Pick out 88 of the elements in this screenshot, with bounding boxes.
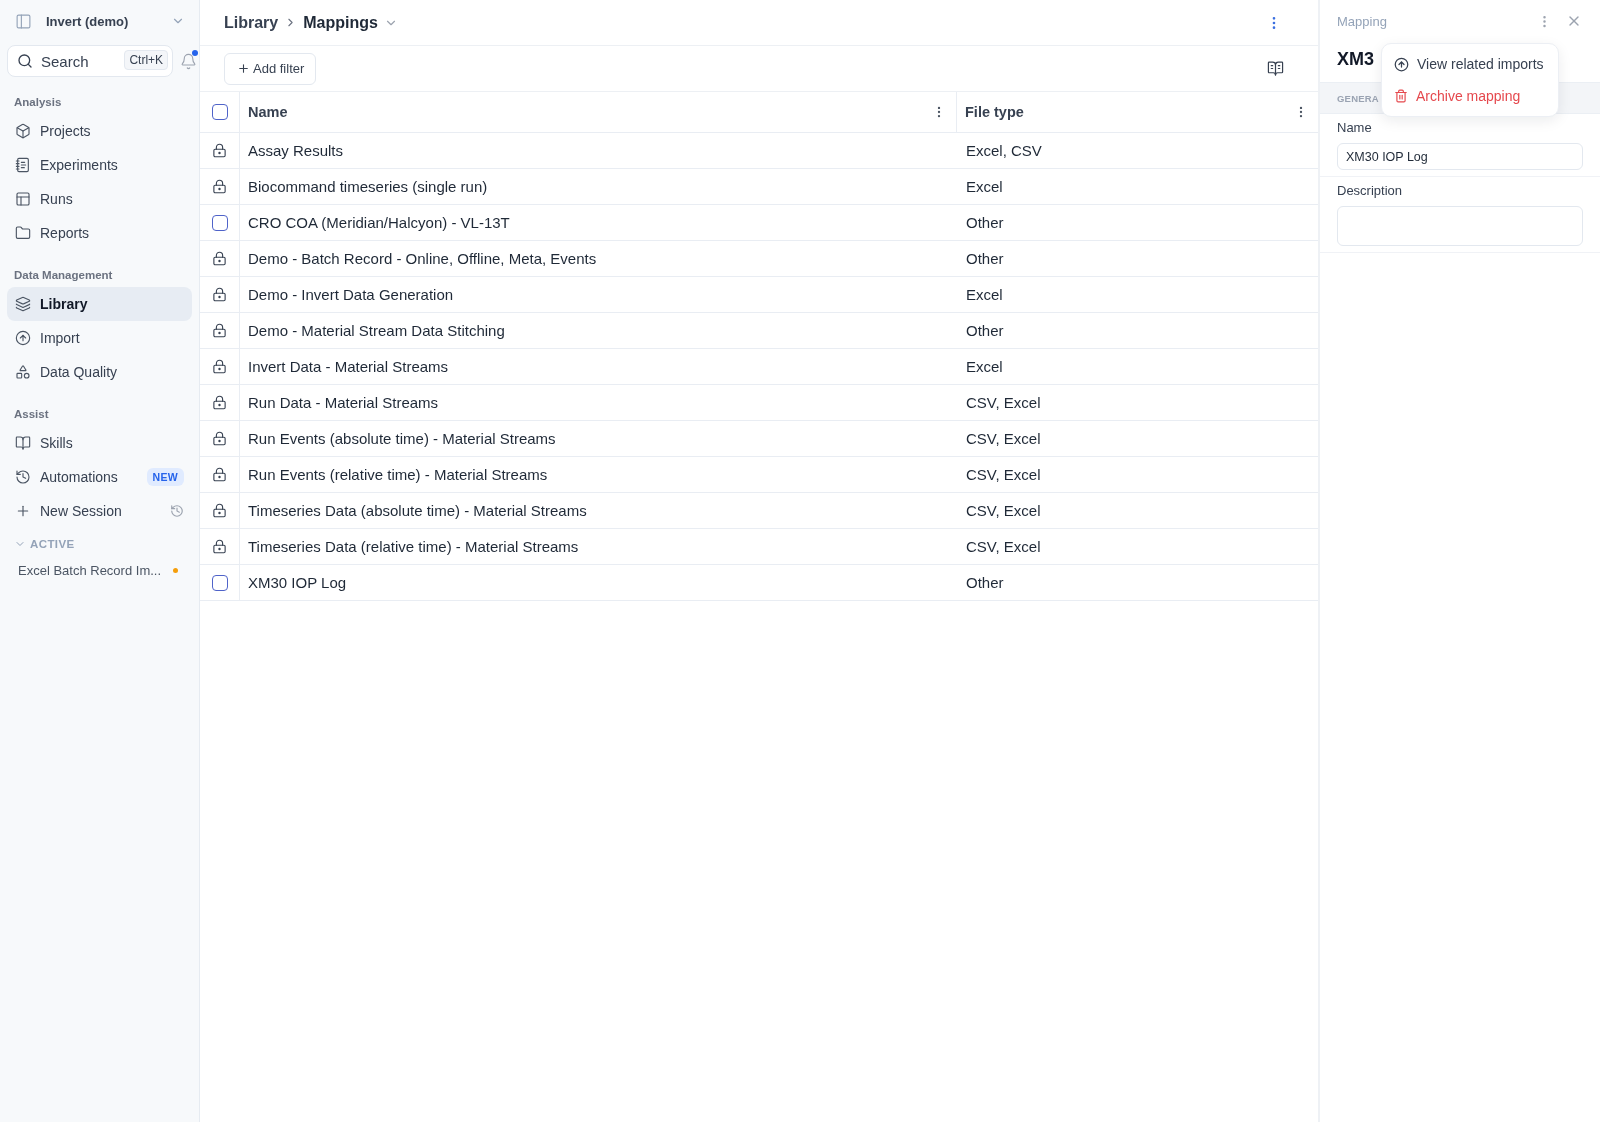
table-cell: Other	[957, 205, 1318, 241]
session-link[interactable]: Excel Batch Record Im...	[18, 562, 162, 578]
nav-item[interactable]: Import	[7, 321, 192, 355]
plus-icon	[237, 62, 250, 75]
panel-label: Mapping	[1337, 13, 1388, 29]
table-cell: Other	[957, 565, 1318, 601]
shortcut-key: Ctrl+K	[124, 50, 169, 70]
select-all-checkbox[interactable]	[211, 104, 228, 120]
breadcrumb-dropdown[interactable]: Mappings	[303, 13, 398, 32]
table-cell: Biocommand timeseries (single run)	[240, 169, 957, 205]
trash-icon	[1394, 89, 1408, 103]
layers-icon	[15, 296, 31, 312]
section-label: Analysis	[14, 96, 62, 108]
nav-item[interactable]: Library	[7, 287, 192, 321]
table-cell: Excel	[957, 349, 1318, 385]
table-cell: CSV, Excel	[957, 457, 1318, 493]
table-cell: CSV, Excel	[957, 493, 1318, 529]
bell-icon[interactable]	[179, 52, 197, 70]
table-cell: Assay Results	[240, 133, 957, 169]
lock-icon	[212, 431, 227, 446]
lock-icon	[212, 179, 227, 194]
lock-icon	[212, 467, 227, 482]
table-cell: Timeseries Data (absolute time) - Material Streams	[240, 493, 957, 529]
nav-item[interactable]: Automations NEW	[7, 460, 192, 494]
table-cell: Demo - Batch Record - Online, Offline, Meta, Events	[240, 241, 957, 277]
add-filter-button[interactable]: Add filter	[224, 52, 317, 85]
plus-icon	[15, 503, 31, 519]
table-cell: Other	[957, 241, 1318, 277]
upload-icon	[15, 330, 31, 346]
lock-icon	[212, 143, 227, 158]
description-field[interactable]	[1337, 206, 1583, 246]
menu-item[interactable]: Archive mapping	[1382, 80, 1558, 112]
workspace-switcher[interactable]: Invert (demo)	[40, 13, 185, 29]
row-checkbox[interactable]	[211, 574, 228, 591]
table-cell: CSV, Excel	[957, 385, 1318, 421]
lock-icon	[212, 359, 227, 374]
name-field[interactable]: XM30 IOP Log	[1337, 143, 1583, 170]
table-cell: CRO COA (Meridian/Halcyon) - VL-13T	[240, 205, 957, 241]
nav-item[interactable]: Runs	[7, 182, 192, 216]
table-cell: Excel, CSV	[957, 133, 1318, 169]
column-header: File type	[965, 104, 1024, 120]
lock-icon	[212, 395, 227, 410]
table-cell: Demo - Invert Data Generation	[240, 277, 957, 313]
folder-icon	[15, 225, 31, 241]
book-icon	[15, 435, 31, 451]
table-cell: XM30 IOP Log	[240, 565, 957, 601]
table-cell: Excel	[957, 169, 1318, 205]
table-cell: Demo - Material Stream Data Stitching	[240, 313, 957, 349]
nav-item[interactable]: Skills	[7, 426, 192, 460]
lock-icon	[212, 287, 227, 302]
section-label: Assist	[14, 408, 49, 420]
clock-icon	[15, 469, 31, 485]
lock-icon	[212, 503, 227, 518]
lock-icon	[212, 539, 227, 554]
shapes-icon	[15, 364, 31, 380]
section-heading: GENERA	[1337, 92, 1379, 104]
field-label: Description	[1337, 182, 1403, 200]
notebook-icon	[15, 157, 31, 173]
field-label: Name	[1337, 119, 1372, 137]
feature-badge: NEW	[146, 468, 184, 486]
row-checkbox[interactable]	[211, 214, 228, 231]
table-cell: Other	[957, 313, 1318, 349]
table-cell: Run Events (absolute time) - Material Streams	[240, 421, 957, 457]
column-header: Name	[248, 104, 288, 120]
table-cell: CSV, Excel	[957, 421, 1318, 457]
table-cell: Timeseries Data (relative time) - Material Streams	[240, 529, 957, 565]
layout-icon	[15, 191, 31, 207]
lock-icon	[212, 251, 227, 266]
open-book-icon[interactable]	[1267, 60, 1284, 77]
nav-item[interactable]: Experiments	[7, 148, 192, 182]
search-icon	[17, 53, 33, 69]
table-cell: Run Data - Material Streams	[240, 385, 957, 421]
nav-item[interactable]: New Session	[7, 494, 192, 528]
upload-icon	[1394, 56, 1409, 72]
section-label: Data Management	[14, 269, 113, 281]
panel-title: XM3	[1337, 48, 1374, 70]
nav-item[interactable]: Data Quality	[7, 355, 192, 389]
table-cell: Excel	[957, 277, 1318, 313]
menu-item[interactable]: View related imports	[1382, 48, 1558, 80]
table-cell: Run Events (relative time) - Material Streams	[240, 457, 957, 493]
cube-icon	[15, 123, 31, 139]
table-cell: Invert Data - Material Streams	[240, 349, 957, 385]
table-cell: CSV, Excel	[957, 529, 1318, 565]
lock-icon	[212, 323, 227, 338]
breadcrumb-link[interactable]: Library	[224, 13, 279, 32]
sidebar-toggle-icon[interactable]	[15, 12, 32, 30]
nav-item[interactable]: Projects	[7, 114, 192, 148]
nav-item[interactable]: Reports	[7, 216, 192, 250]
